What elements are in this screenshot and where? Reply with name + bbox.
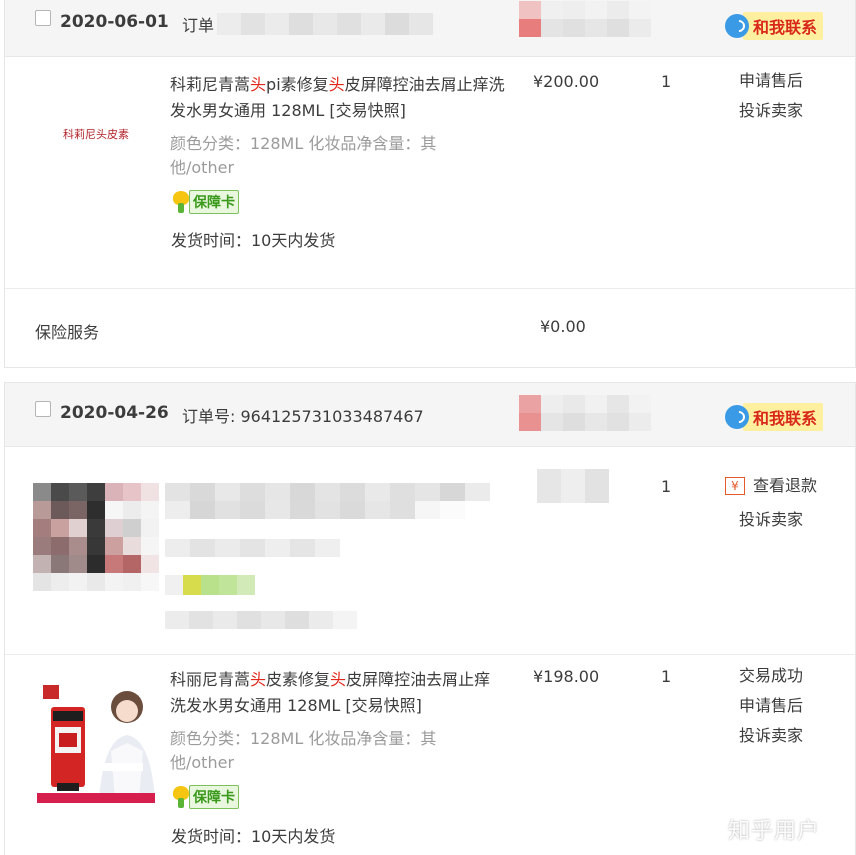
guarantee-card-label: 保障卡 bbox=[189, 190, 239, 214]
apply-after-sales-link[interactable]: 申请售后 bbox=[739, 66, 803, 96]
product-title-link[interactable]: 科丽尼青蒿头皮素修复头皮屏障控油去屑止痒洗发水男女通用 128ML [交易快照] bbox=[170, 667, 505, 719]
order-item: 1 ¥ 查看退款 投诉卖家 bbox=[5, 447, 855, 655]
apply-after-sales-link[interactable]: 申请售后 bbox=[739, 691, 803, 721]
order-number: 订单号: 964125731033487467 bbox=[182, 407, 424, 426]
chat-bubble-icon bbox=[725, 405, 749, 429]
product-attributes: 颜色分类：128ML 化妆品净含量：其他/other bbox=[170, 729, 437, 772]
item-quantity: 1 bbox=[661, 72, 672, 91]
title-highlight: 头 bbox=[328, 75, 345, 94]
chat-bubble-icon bbox=[725, 14, 749, 38]
complain-seller-link[interactable]: 投诉卖家 bbox=[739, 505, 817, 535]
complain-seller-link[interactable]: 投诉卖家 bbox=[739, 96, 803, 126]
item-price: ¥198.00 bbox=[533, 667, 600, 686]
shipping-time: 发货时间：10天内发货 bbox=[171, 827, 336, 846]
guarantee-card-badge[interactable]: 保障卡 bbox=[171, 190, 239, 214]
title-highlight: 头 bbox=[250, 75, 267, 94]
complain-seller-link[interactable]: 投诉卖家 bbox=[739, 721, 803, 751]
redacted-item-price bbox=[537, 469, 609, 503]
trade-success-status[interactable]: 交易成功 bbox=[739, 661, 803, 691]
redacted-shipping-time bbox=[165, 611, 357, 629]
redacted-guarantee-badge bbox=[165, 575, 255, 595]
shipping-time: 发货时间：10天内发货 bbox=[171, 231, 336, 250]
order-date: 2020-04-26 bbox=[60, 403, 169, 423]
order-header: 2020-06-01 订单 和我联系 bbox=[5, 0, 855, 57]
product-thumbnail[interactable]: 科莉尼头皮素 bbox=[33, 71, 159, 197]
order-header: 2020-04-26 订单号: 964125731033487467 和我联系 bbox=[5, 383, 855, 447]
zhihu-watermark: 知乎用户 bbox=[728, 819, 821, 844]
title-text: 科莉尼青蒿 bbox=[170, 75, 251, 94]
item-operations: 申请售后 投诉卖家 bbox=[739, 66, 803, 126]
title-text: 皮素修复 bbox=[266, 670, 331, 689]
order-card: 2020-04-26 订单号: 964125731033487467 和我联系 bbox=[4, 382, 856, 855]
guarantee-flower-icon bbox=[171, 786, 191, 808]
item-quantity: 1 bbox=[661, 477, 672, 496]
order-select-checkbox[interactable] bbox=[35, 10, 51, 26]
redacted-product-thumbnail bbox=[33, 483, 159, 591]
contact-seller-button[interactable]: 和我联系 bbox=[725, 403, 824, 431]
view-refund-label: 查看退款 bbox=[753, 476, 818, 495]
redacted-product-attributes bbox=[165, 539, 340, 557]
item-price: ¥200.00 bbox=[533, 72, 600, 91]
guarantee-flower-icon bbox=[171, 191, 191, 213]
view-refund-link[interactable]: ¥ 查看退款 bbox=[725, 471, 818, 501]
guarantee-card-badge[interactable]: 保障卡 bbox=[171, 785, 239, 809]
order-item: 科莉尼头皮素 科莉尼青蒿头pi素修复头皮屏障控油去屑止痒洗发水男女通用 128M… bbox=[5, 57, 855, 289]
product-thumbnail-brand-text: 科莉尼头皮素 bbox=[63, 128, 129, 141]
product-attributes: 颜色分类：128ML 化妆品净含量：其他/other bbox=[170, 134, 437, 177]
insurance-label: 保险服务 bbox=[35, 323, 100, 342]
product-thumbnail[interactable] bbox=[33, 681, 159, 807]
order-number: 订单 bbox=[182, 16, 215, 35]
order-card: 2020-06-01 订单 和我联系 科莉尼头皮素 科莉尼青蒿头pi素修复头皮屏… bbox=[4, 0, 856, 368]
insurance-price: ¥0.00 bbox=[540, 317, 586, 336]
guarantee-card-label: 保障卡 bbox=[189, 785, 239, 809]
title-highlight: 头 bbox=[330, 670, 347, 689]
product-title-link[interactable]: 科莉尼青蒿头pi素修复头皮屏障控油去屑止痒洗发水男女通用 128ML [交易快照… bbox=[170, 72, 505, 124]
order-select-checkbox[interactable] bbox=[35, 401, 51, 417]
item-quantity: 1 bbox=[661, 667, 672, 686]
redacted-product-title bbox=[165, 483, 490, 519]
item-operations: ¥ 查看退款 投诉卖家 bbox=[725, 471, 818, 535]
insurance-row: 保险服务 ¥0.00 bbox=[5, 289, 855, 367]
refund-yen-icon: ¥ bbox=[725, 477, 745, 495]
contact-seller-label: 和我联系 bbox=[743, 403, 824, 431]
redacted-shop-name bbox=[519, 395, 651, 431]
contact-seller-label: 和我联系 bbox=[743, 12, 824, 40]
title-highlight: 头 bbox=[250, 670, 267, 689]
item-operations: 交易成功 申请售后 投诉卖家 bbox=[739, 661, 803, 751]
redacted-shop-name bbox=[519, 1, 651, 37]
order-date: 2020-06-01 bbox=[60, 12, 169, 32]
title-text: 科丽尼青蒿 bbox=[170, 670, 251, 689]
redacted-order-number bbox=[217, 13, 433, 35]
product-photo-icon bbox=[33, 681, 159, 807]
title-text: pi素修复 bbox=[266, 75, 329, 94]
contact-seller-button[interactable]: 和我联系 bbox=[725, 12, 824, 40]
